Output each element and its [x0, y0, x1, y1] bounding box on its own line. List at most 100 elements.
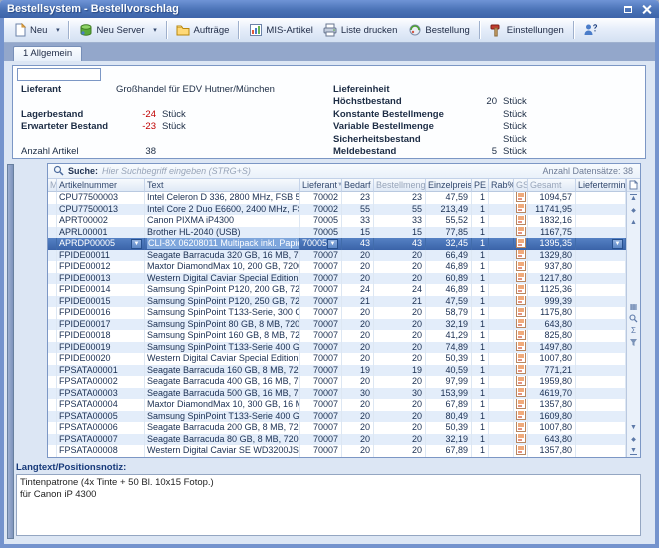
grid-row[interactable]: FPIDE00013Western Digital Caviar Special… — [48, 273, 626, 285]
column-header-pe[interactable]: PE — [472, 179, 489, 192]
note-textarea[interactable]: Tintenpatrone (4x Tinte + 50 Bl. 10x15 F… — [16, 474, 641, 536]
toolbar-dropdown-neu-server[interactable]: ▾ — [150, 20, 161, 40]
scroll-marker-top[interactable] — [627, 204, 640, 216]
grid-row[interactable]: APRDP00005▼CLI-8X 06208011 Multipack ink… — [48, 238, 626, 250]
scroll-to-bottom-button[interactable] — [627, 445, 640, 457]
toolbar-button-einstellungen[interactable]: Einstellungen — [484, 20, 569, 40]
cell-gs — [514, 261, 528, 273]
column-header-menge[interactable]: Bestellmenge — [374, 179, 426, 192]
column-header-gesamt[interactable]: Gesamt — [528, 179, 576, 192]
grid-row[interactable]: FPIDE00011Seagate Barracuda 320 GB, 16 M… — [48, 250, 626, 262]
grid-row[interactable]: FPIDE00015Samsung SpinPoint P120, 250 GB… — [48, 296, 626, 308]
filter-input[interactable] — [17, 68, 101, 81]
column-header-lieferant[interactable]: Lieferant▼ — [300, 179, 342, 192]
gs-icon[interactable] — [516, 307, 526, 319]
filter-icon[interactable] — [627, 337, 640, 349]
gs-icon[interactable] — [516, 411, 526, 423]
grid-row[interactable]: FPSATA00007Seagate Barracuda 80 GB, 8 MB… — [48, 434, 626, 446]
gs-icon[interactable] — [516, 434, 526, 446]
tab-allgemein[interactable]: 1 Allgemein — [13, 46, 82, 61]
toolbar-button-label: Einstellungen — [507, 25, 564, 36]
grid-row[interactable]: FPSATA00005Samsung SpinPoint T133-Serie … — [48, 411, 626, 423]
cell-value: 70005 — [302, 238, 327, 249]
gs-icon[interactable] — [516, 227, 526, 239]
gs-icon[interactable] — [516, 319, 526, 331]
grid-row[interactable]: FPIDE00017Samsung SpinPoint 80 GB, 8 MB,… — [48, 319, 626, 331]
toolbar-dropdown-neu[interactable]: ▾ — [52, 20, 63, 40]
column-header-gs[interactable]: GS — [514, 179, 528, 192]
column-chooser-icon[interactable] — [627, 179, 640, 192]
gs-icon[interactable] — [516, 399, 526, 411]
gs-icon[interactable] — [516, 342, 526, 354]
gs-icon[interactable] — [516, 330, 526, 342]
grid-row[interactable]: FPSATA00001Seagate Barracuda 160 GB, 8 M… — [48, 365, 626, 377]
gs-icon[interactable] — [516, 376, 526, 388]
grid-row[interactable]: APRT00002Canon PIXMA iP430070005333355,5… — [48, 215, 626, 227]
scroll-marker-bottom[interactable] — [627, 433, 640, 445]
gs-icon[interactable] — [516, 238, 526, 250]
sum-icon[interactable] — [627, 325, 640, 337]
toolbar-button-mis-artikel[interactable]: MIS-Artikel — [243, 20, 317, 40]
scroll-up-button[interactable] — [627, 216, 640, 228]
gs-icon[interactable] — [516, 204, 526, 216]
cell-value: 24 — [412, 284, 422, 295]
column-header-bedarf[interactable]: Bedarf — [342, 179, 374, 192]
grid-view-icon[interactable] — [627, 301, 640, 313]
grid-search-icon[interactable] — [627, 313, 640, 325]
column-header-text[interactable]: Text — [145, 179, 300, 192]
grid-row[interactable]: APRL00001Brother HL-2040 (USB)7000515157… — [48, 227, 626, 239]
gs-icon[interactable] — [516, 261, 526, 273]
column-header-rab[interactable]: Rab% — [489, 179, 514, 192]
nr-dropdown[interactable]: ▼ — [131, 239, 142, 249]
gs-icon[interactable] — [516, 422, 526, 434]
gs-icon[interactable] — [516, 388, 526, 400]
grid-row[interactable]: FPIDE00012Maxtor DiamondMax 10, 200 GB, … — [48, 261, 626, 273]
gs-icon[interactable] — [516, 353, 526, 365]
grid-row[interactable]: FPSATA00003Seagate Barracuda 500 GB, 16 … — [48, 388, 626, 400]
grid-row[interactable]: FPIDE00019Samsung SpinPoint T133-Serie 4… — [48, 342, 626, 354]
gs-icon[interactable] — [516, 273, 526, 285]
gs-icon[interactable] — [516, 365, 526, 377]
gs-icon[interactable] — [516, 192, 526, 204]
termin-dropdown[interactable]: ▼ — [612, 239, 623, 249]
column-header-m[interactable]: M — [48, 179, 57, 192]
grid-row[interactable]: FPIDE00020Western Digital Caviar Special… — [48, 353, 626, 365]
restore-button[interactable] — [621, 3, 635, 16]
scroll-down-button[interactable] — [627, 421, 640, 433]
gs-icon[interactable] — [516, 250, 526, 262]
gs-icon[interactable] — [516, 296, 526, 308]
search-input[interactable] — [102, 166, 538, 176]
toolbar-button-neu-server[interactable]: Neu Server — [73, 20, 149, 40]
scroll-to-top-button[interactable] — [627, 192, 640, 204]
grid-row[interactable]: CPU77500003Intel Celeron D 336, 2800 MHz… — [48, 192, 626, 204]
grid-row[interactable]: FPIDE00018Samsung SpinPoint 160 GB, 8 MB… — [48, 330, 626, 342]
titlebar[interactable]: Bestellsystem - Bestellvorschlag — [0, 0, 659, 18]
grid-row[interactable]: FPSATA00006Seagate Barracuda 200 GB, 8 M… — [48, 422, 626, 434]
grid-row[interactable]: FPIDE00016Samsung SpinPoint T133-Serie, … — [48, 307, 626, 319]
gs-icon[interactable] — [516, 284, 526, 296]
toolbar-button-hilfe[interactable] — [578, 20, 603, 40]
cell-rab — [489, 204, 514, 216]
vertical-splitter[interactable] — [7, 164, 14, 539]
close-button[interactable] — [639, 3, 653, 16]
toolbar-button-neu[interactable]: Neu — [7, 20, 52, 40]
toolbar-button-bestellung[interactable]: Bestellung — [402, 20, 474, 40]
grid-row[interactable]: FPSATA00008Western Digital Caviar SE WD3… — [48, 445, 626, 457]
column-header-preis[interactable]: Einzelpreis — [426, 179, 472, 192]
column-header-termin[interactable]: Liefertermin — [576, 179, 626, 192]
toolbar-button-liste-drucken[interactable]: Liste drucken — [318, 20, 403, 40]
field-label: Liefereinheit — [333, 84, 461, 95]
gs-icon[interactable] — [516, 215, 526, 227]
grid-row[interactable]: FPIDE00014Samsung SpinPoint P120, 200 GB… — [48, 284, 626, 296]
grid-row[interactable]: FPSATA00002Seagate Barracuda 400 GB, 16 … — [48, 376, 626, 388]
cell-value: 30 — [360, 388, 370, 399]
grid-row[interactable]: FPSATA00004Maxtor DiamondMax 10, 300 GB,… — [48, 399, 626, 411]
grid-scrollbar[interactable] — [626, 179, 640, 457]
gs-icon[interactable] — [516, 445, 526, 457]
cell-pe: 1 — [472, 376, 489, 388]
grid-row[interactable]: CPU77500013Intel Core 2 Duo E6600, 2400 … — [48, 204, 626, 216]
toolbar-button-auftraege[interactable]: Aufträge — [171, 20, 235, 40]
column-header-nr[interactable]: Artikelnummer — [57, 179, 145, 192]
lieferant-dropdown[interactable]: ▼ — [327, 239, 338, 249]
cell-m — [48, 204, 57, 216]
